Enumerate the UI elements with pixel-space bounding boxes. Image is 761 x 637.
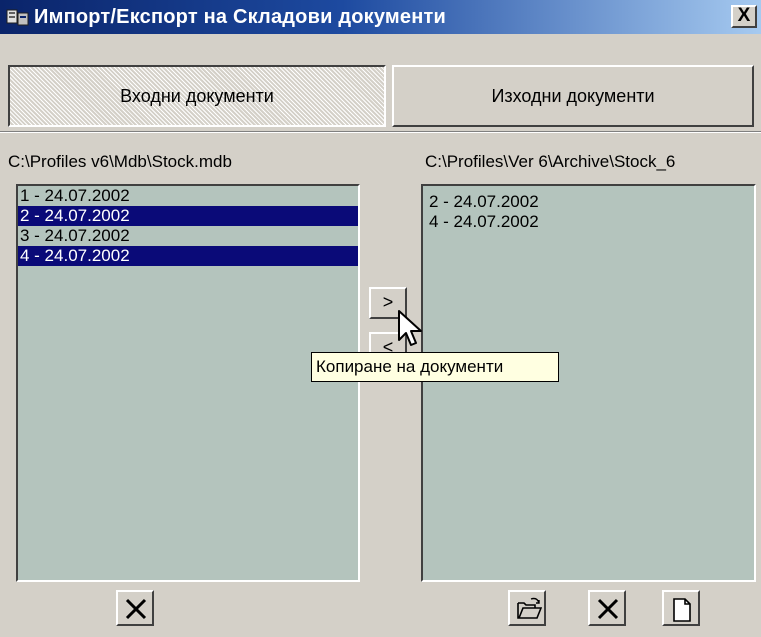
window-title: Импорт/Експорт на Складови документи	[34, 6, 446, 28]
delete-x-icon	[125, 598, 147, 620]
title-bar[interactable]: Импорт/Експорт на Складови документи X	[0, 0, 761, 34]
list-item[interactable]: 2 - 24.07.2002	[423, 192, 754, 212]
destination-documents-list[interactable]: 2 - 24.07.2002 4 - 24.07.2002	[421, 184, 756, 582]
close-button[interactable]: X	[731, 5, 757, 28]
source-documents-list[interactable]: 1 - 24.07.2002 2 - 24.07.2002 3 - 24.07.…	[16, 184, 360, 582]
open-archive-button[interactable]	[508, 590, 546, 626]
window-app-icon	[6, 8, 30, 26]
list-item-selected[interactable]: 4 - 24.07.2002	[18, 246, 358, 266]
separator	[0, 131, 761, 133]
destination-path-label: C:\Profiles\Ver 6\Archive\Stock_6	[425, 152, 676, 171]
tab-outgoing-documents[interactable]: Изходни документи	[392, 65, 754, 127]
tab-incoming-documents[interactable]: Входни документи	[8, 65, 386, 127]
delete-x-icon	[597, 598, 619, 620]
delete-source-button[interactable]	[116, 590, 154, 626]
import-export-window: Импорт/Експорт на Складови документи X В…	[0, 0, 761, 637]
delete-archive-button[interactable]	[588, 590, 626, 626]
open-folder-icon	[517, 597, 542, 619]
list-item[interactable]: 1 - 24.07.2002	[18, 186, 358, 206]
new-document-icon	[673, 598, 691, 622]
mouse-pointer-icon	[398, 310, 426, 357]
copy-tooltip: Копиране на документи	[311, 352, 559, 382]
list-item-selected[interactable]: 2 - 24.07.2002	[18, 206, 358, 226]
new-document-button[interactable]	[662, 590, 700, 626]
list-item[interactable]: 4 - 24.07.2002	[423, 212, 754, 232]
source-path-label: C:\Profiles v6\Mdb\Stock.mdb	[8, 152, 232, 171]
list-item[interactable]: 3 - 24.07.2002	[18, 226, 358, 246]
